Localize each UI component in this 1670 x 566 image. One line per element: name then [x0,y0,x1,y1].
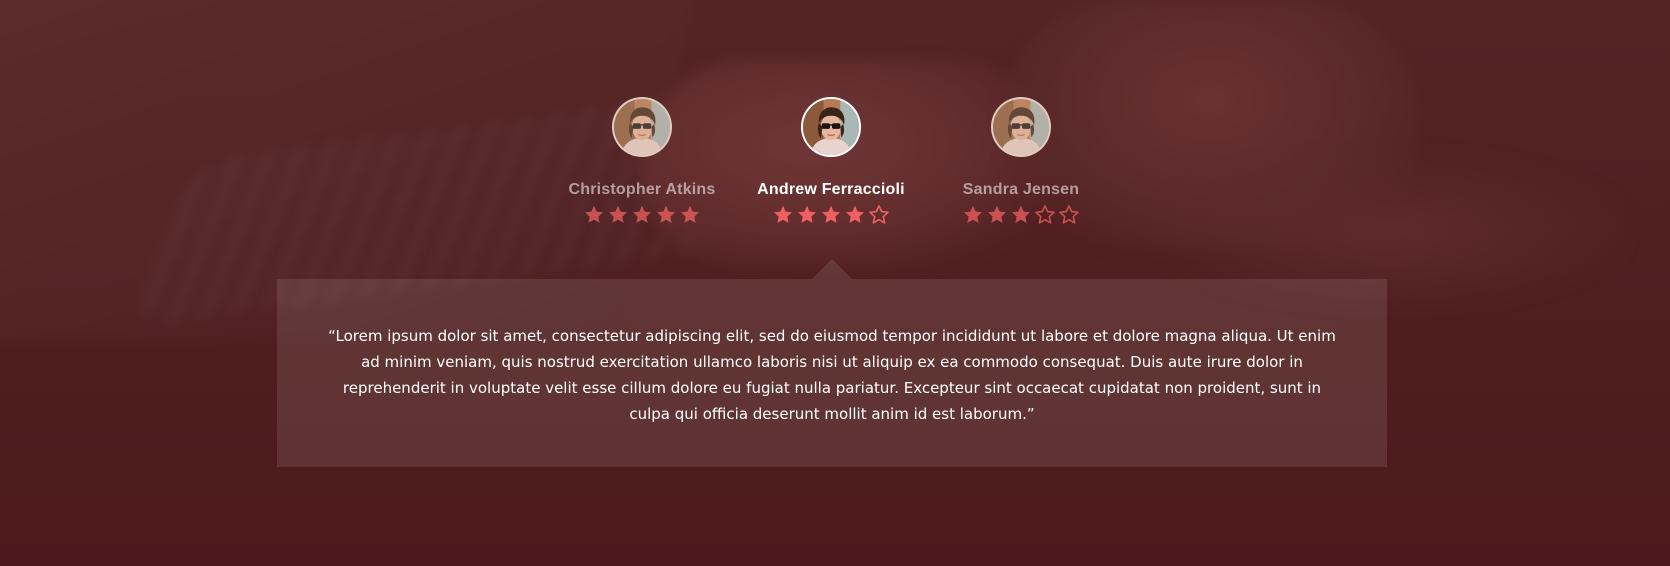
reviewer-name: Christopher Atkins [568,181,716,198]
avatar [801,97,861,157]
star-filled-icon [583,204,605,226]
star-filled-icon [655,204,677,226]
star-filled-icon [631,204,653,226]
quote-pointer-arrow [812,259,852,279]
reviewer-christopher-atkins[interactable]: Christopher Atkins [542,97,742,226]
star-filled-icon [679,204,701,226]
star-empty-icon [1058,204,1080,226]
avatar-image [614,99,670,155]
star-empty-icon [1034,204,1056,226]
reviewer-andrew-ferraccioli[interactable]: Andrew Ferraccioli [731,97,931,226]
star-rating [542,204,742,226]
reviewer-name: Sandra Jensen [962,181,1080,198]
star-filled-icon [844,204,866,226]
reviewer-sandra-jensen[interactable]: Sandra Jensen [921,97,1121,226]
star-filled-icon [796,204,818,226]
testimonial-quote: “Lorem ipsum dolor sit amet, consectetur… [328,327,1336,423]
reviewer-selector: Christopher Atkins Andrew Ferraccioli Sa… [0,97,1670,237]
star-rating [731,204,931,226]
star-filled-icon [962,204,984,226]
testimonials-section: Christopher Atkins Andrew Ferraccioli Sa… [0,0,1670,566]
testimonial-quote-box: “Lorem ipsum dolor sit amet, consectetur… [277,279,1387,467]
star-filled-icon [820,204,842,226]
avatar-image [993,99,1049,155]
avatar [991,97,1051,157]
avatar [612,97,672,157]
reviewer-name: Andrew Ferraccioli [757,181,905,198]
star-filled-icon [772,204,794,226]
avatar-image [803,99,859,155]
star-filled-icon [607,204,629,226]
star-filled-icon [986,204,1008,226]
star-empty-icon [868,204,890,226]
star-filled-icon [1010,204,1032,226]
star-rating [921,204,1121,226]
